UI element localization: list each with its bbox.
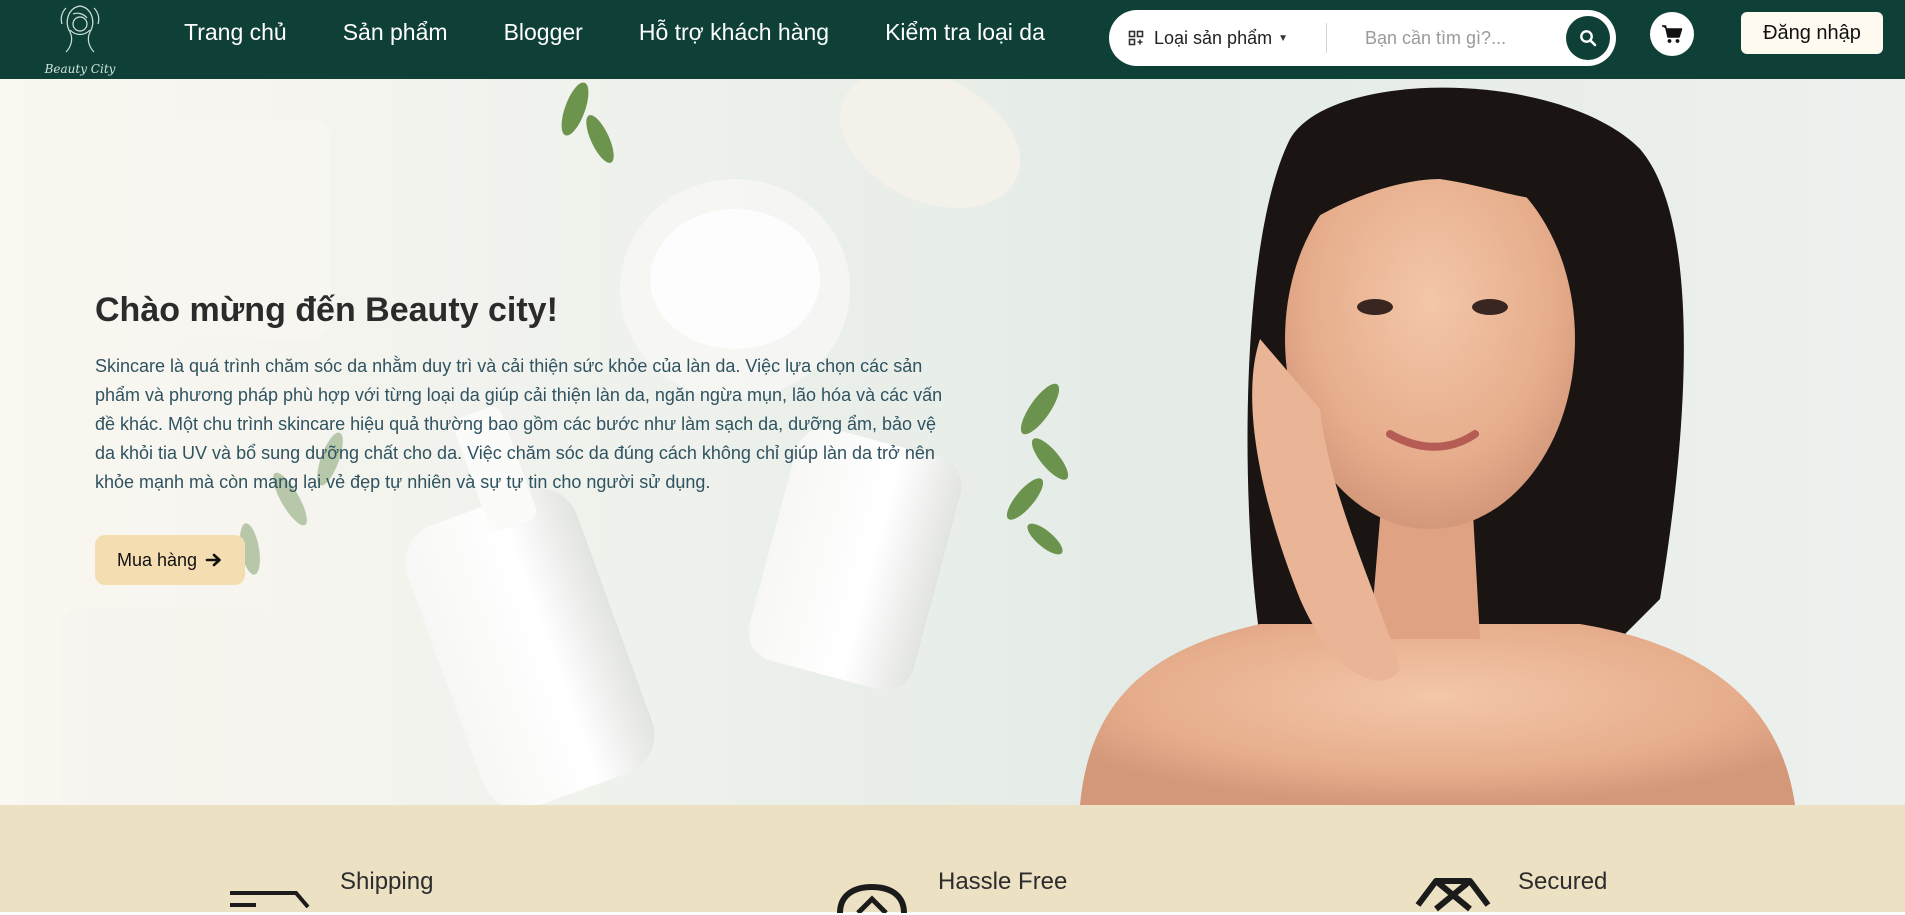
nav-item-home[interactable]: Trang chủ <box>184 19 287 46</box>
top-navbar: Beauty City Trang chủ Sản phẩm Blogger H… <box>0 0 1905 79</box>
feature-shipping: Shipping <box>226 805 526 912</box>
logo-text: Beauty City <box>44 62 116 76</box>
search-button[interactable] <box>1566 16 1610 60</box>
hero-title: Chào mừng đến Beauty city! <box>95 291 558 329</box>
brand-logo[interactable]: Beauty City <box>40 0 120 79</box>
nav-item-skin-test[interactable]: Kiểm tra loại da <box>885 19 1045 46</box>
nav-item-support[interactable]: Hỗ trợ khách hàng <box>639 19 829 46</box>
nav-item-blogger[interactable]: Blogger <box>504 19 583 46</box>
badge-icon <box>837 883 907 913</box>
feature-shipping-title: Shipping <box>340 868 434 895</box>
category-dropdown[interactable]: Loại sản phẩm ▼ <box>1128 22 1288 54</box>
arrow-right-icon <box>205 553 221 567</box>
buy-now-label: Mua hàng <box>117 549 198 570</box>
login-button[interactable]: Đăng nhập <box>1741 12 1883 54</box>
category-dropdown-label: Loại sản phẩm <box>1154 27 1273 48</box>
features-strip: Shipping Hassle Free Secured <box>0 805 1905 913</box>
cart-icon <box>1662 25 1683 43</box>
feature-secured-title: Secured <box>1518 868 1608 895</box>
search-divider <box>1326 23 1327 53</box>
feature-hassle-free-title: Hassle Free <box>938 868 1068 895</box>
hero-banner: Chào mừng đến Beauty city! Skincare là q… <box>0 79 1905 805</box>
buy-now-button[interactable]: Mua hàng <box>95 535 246 585</box>
hero-description: Skincare là quá trình chăm sóc da nhằm d… <box>95 356 943 492</box>
feature-hassle-free: Hassle Free <box>836 805 1136 913</box>
search-bar: Loại sản phẩm ▼ <box>1109 10 1616 66</box>
hero-content: Chào mừng đến Beauty city! Skincare là q… <box>95 291 955 585</box>
feature-secured: Secured <box>1410 805 1710 912</box>
search-icon <box>1580 30 1597 47</box>
grid-icon <box>1128 30 1144 46</box>
truck-icon <box>230 891 310 909</box>
main-nav: Trang chủ Sản phẩm Blogger Hỗ trợ khách … <box>184 0 1101 64</box>
nav-item-products[interactable]: Sản phẩm <box>343 19 448 46</box>
box-icon <box>1415 878 1491 912</box>
cart-button[interactable] <box>1650 12 1694 56</box>
logo-mark-icon <box>60 5 100 53</box>
search-input[interactable] <box>1363 26 1557 50</box>
chevron-down-icon: ▼ <box>1278 32 1288 44</box>
